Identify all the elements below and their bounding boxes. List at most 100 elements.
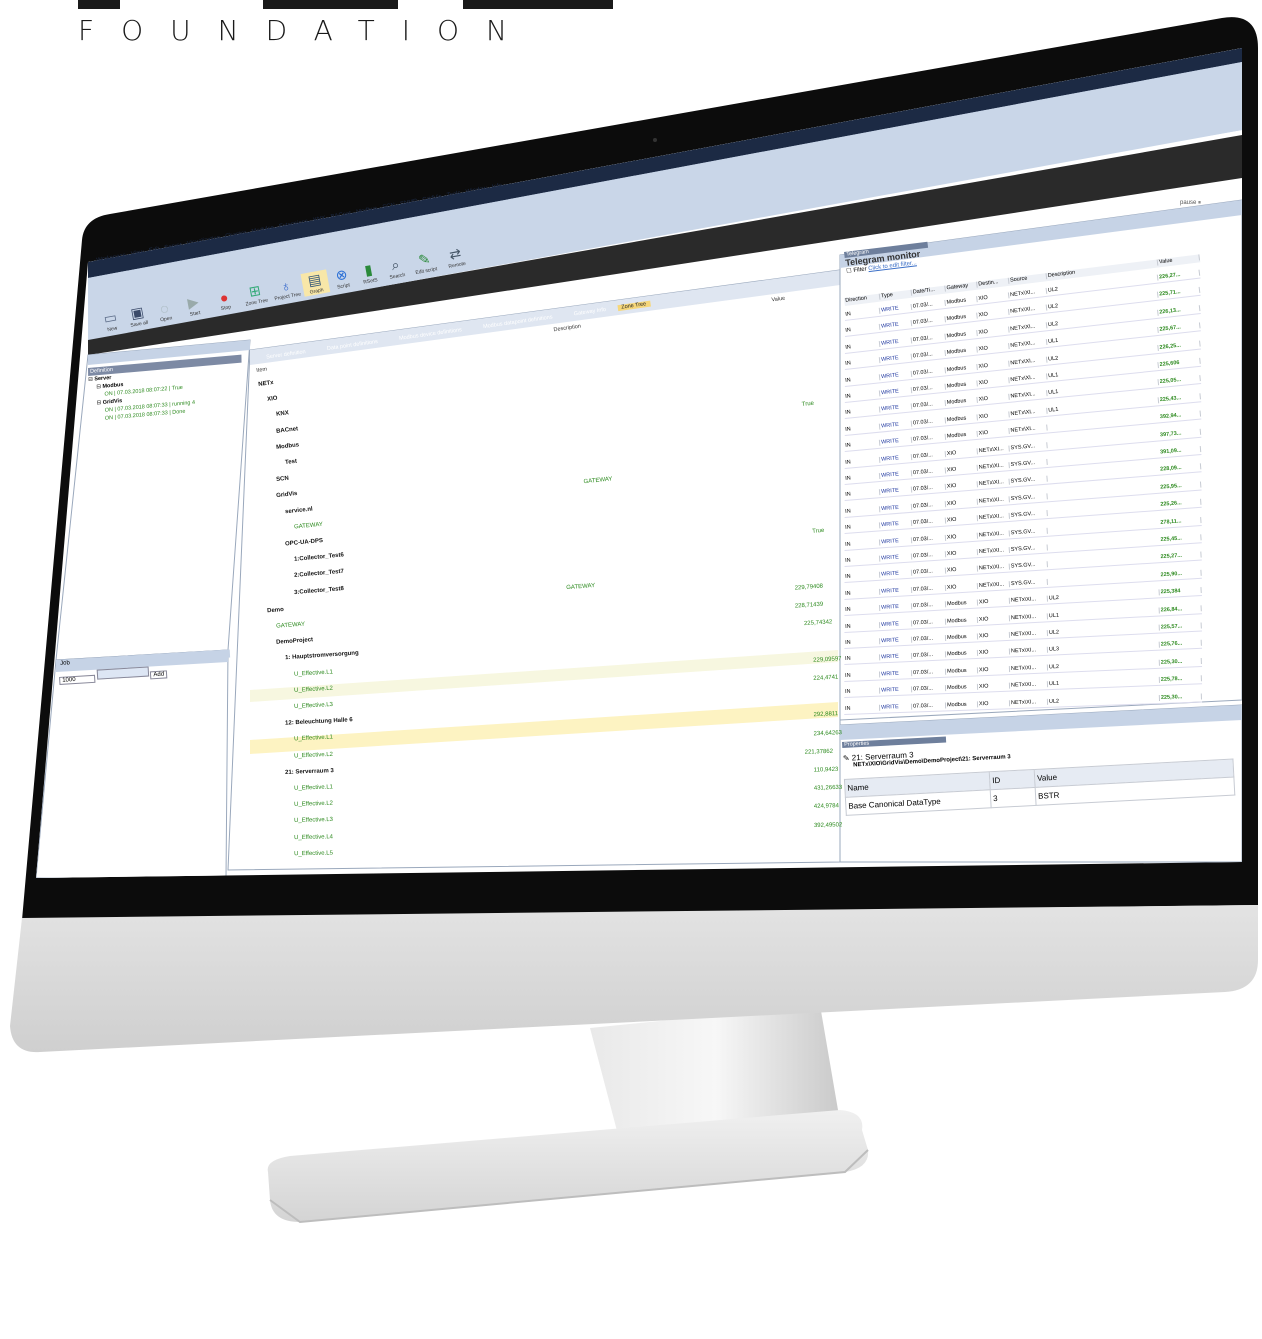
telegram-cell: 225,67... [1158,322,1201,334]
filter-checkbox[interactable]: ☐ [846,268,852,275]
telegram-col-header[interactable]: Direction [844,293,881,304]
telegram-col-header[interactable]: Destin... [977,277,1010,288]
menu-item[interactable]: SCN [382,203,396,211]
menu-item[interactable]: View [131,249,145,257]
menu-item[interactable]: SNMP [400,199,418,208]
telegram-cell: UL3 [1047,642,1160,654]
telegram-col-header[interactable]: Type [879,289,913,300]
prop-col-id[interactable]: ID [989,769,1036,790]
telegram-panel-header: Telegram Telegram monitor ☐ Filter Click… [844,241,930,275]
col-value[interactable]: Value [771,296,785,304]
telegram-cell: WRITE [879,586,913,595]
tree-row[interactable]: U_Effective.L3 424,9784 [258,804,839,826]
telegram-cell: XIO [945,498,979,507]
telegram-cell: NETx\XI... [1009,630,1049,638]
menu-item[interactable]: Modbus [356,206,378,216]
telegram-cell: WRITE [879,337,913,347]
telegram-cell: WRITE [879,703,913,711]
job-combo[interactable]: 1000 [59,674,96,685]
tree-item-value [792,385,793,391]
menu-item[interactable]: Chapter [225,230,247,240]
pause-button[interactable]: pause ⏸ [1180,200,1201,207]
telegram-cell: NETx\XI... [1009,390,1048,401]
toolbar-zone-tree-button[interactable]: ⊞ Zone Tree [239,280,273,308]
toolbar-new-button[interactable]: ▭ New [96,307,126,334]
menu-item[interactable]: Server [164,242,182,251]
tree-item-label: U_Effective.L1 [293,734,334,743]
menu-item[interactable]: Tools [446,191,461,199]
telegram-cell: IN [844,439,881,450]
telegram-cell: Modbus [945,616,979,625]
menu-item[interactable]: GridVis [422,194,442,203]
menu-item[interactable]: Extensions [279,219,309,230]
telegram-col-header[interactable]: Source [1008,273,1048,284]
telegram-cell: 07.03/... [911,417,947,427]
toolbar-script-button[interactable]: ⊗ Script [327,264,357,291]
telegram-cell: 226,25... [1158,340,1201,351]
toolbar-search-button[interactable]: ⌕ Search [381,254,411,281]
telegram-cell [1047,490,1160,500]
telegram-col-header[interactable]: Value [1157,254,1201,266]
telegram-cell: 225,30... [1159,657,1202,666]
toolbar-project-tree-button[interactable]: ♁ Project Tree [270,275,304,302]
toolbar-remote-button[interactable]: ⇄ Remote [439,243,473,271]
telegram-cell: WRITE [879,669,913,678]
menu-item[interactable]: KNX [313,216,326,224]
job-select[interactable] [96,666,149,680]
tree-item-description [585,699,805,710]
document-tabs: Server definition Data point definitions… [256,300,651,362]
telegram-row[interactable]: INWRITE07.03/...ModbusXIONETx\XI...UL222… [844,693,1203,715]
telegram-cell: NETx\XI... [1009,424,1048,435]
menu-item[interactable]: Modules [251,225,274,235]
menu-item[interactable]: BACnet [330,211,351,221]
tree-row[interactable]: U_Effective.L4 392,49502 [258,822,842,842]
toolbar-edit-script-button[interactable]: ✎ Edit script [408,249,442,277]
menu-item[interactable]: Window [465,186,487,196]
telegram-cell: NETx\XI... [1009,647,1049,655]
toolbar-save-button[interactable]: ▣ Save all [123,302,153,329]
telegram-col-header[interactable]: Date/Ti... [911,285,946,296]
toolbar-stop-button[interactable]: ● Stop [208,287,242,314]
telegram-col-header[interactable]: Gateway [945,281,978,292]
tree-row[interactable]: 12: Beleuchtung Halle 6 [258,693,838,728]
toolbar-start-button[interactable]: ▶ Start [177,292,211,320]
menu-item[interactable]: Workspace [96,253,126,264]
tree-row[interactable]: SCN [258,417,835,485]
telegram-cell: XIO [977,360,1010,370]
telegram-cell [1047,560,1160,568]
tree-item-value [783,331,784,337]
menu-item[interactable]: Info [492,183,503,191]
telegram-cell: SYS.GV... [1009,476,1048,486]
menu-item[interactable]: Edit [149,246,160,254]
telegram-cell: NETx\XI... [977,530,1011,539]
telegram-cell: IN [844,621,881,630]
tree-item-value: 292,8811 [813,711,839,719]
telegram-cell: WRITE [879,420,913,430]
toolbar-rsets-button[interactable]: ▮ RSetS [354,259,384,286]
screen-content: Workspace · View · Edit · Server · Visua… [0,0,1262,1339]
telegram-cell: XIO [945,582,979,591]
tree-row[interactable]: U_Effective.L5 [258,840,838,857]
toolbar-graph-button[interactable]: ▤ Graph [300,269,331,297]
telegram-cell: IN [844,390,881,400]
telegram-cell: IN [844,506,881,515]
telegram-cell: 07.03/... [911,517,947,527]
filter-label: Filter [853,266,868,274]
definition-panel: Definition ⊟ Server ⊟ Modbus ON | 07.03.… [88,354,242,425]
add-button[interactable]: Add [150,670,168,680]
telegram-cell: 07.03/... [911,551,947,560]
telegram-cell: UL1 [1046,362,1159,380]
tab-zone-tree[interactable]: Zone Tree [616,300,651,312]
tree-item-value: True [801,400,815,408]
tab-server-definition[interactable]: Server definition [256,348,316,362]
telegram-cell: SYS.GV... [1009,493,1048,503]
toolbar-open-button[interactable]: ◌ Open [150,298,180,324]
menu-item[interactable]: Visualization [187,235,221,247]
telegram-cell: 228,09... [1158,463,1202,474]
tab-gateway-info[interactable]: Gateway Info [564,305,617,318]
properties-table: Name ID Value Base Canonical DataType 3 … [844,759,1235,816]
properties-panel: Properties ✎ 21: Serverraum 3 NETx\XIO\G… [842,722,1235,816]
telegram-cell: WRITE [879,403,913,413]
tree-item-label: U_Effective.L1 [293,784,334,792]
telegram-cell: UL2 [1047,694,1161,705]
